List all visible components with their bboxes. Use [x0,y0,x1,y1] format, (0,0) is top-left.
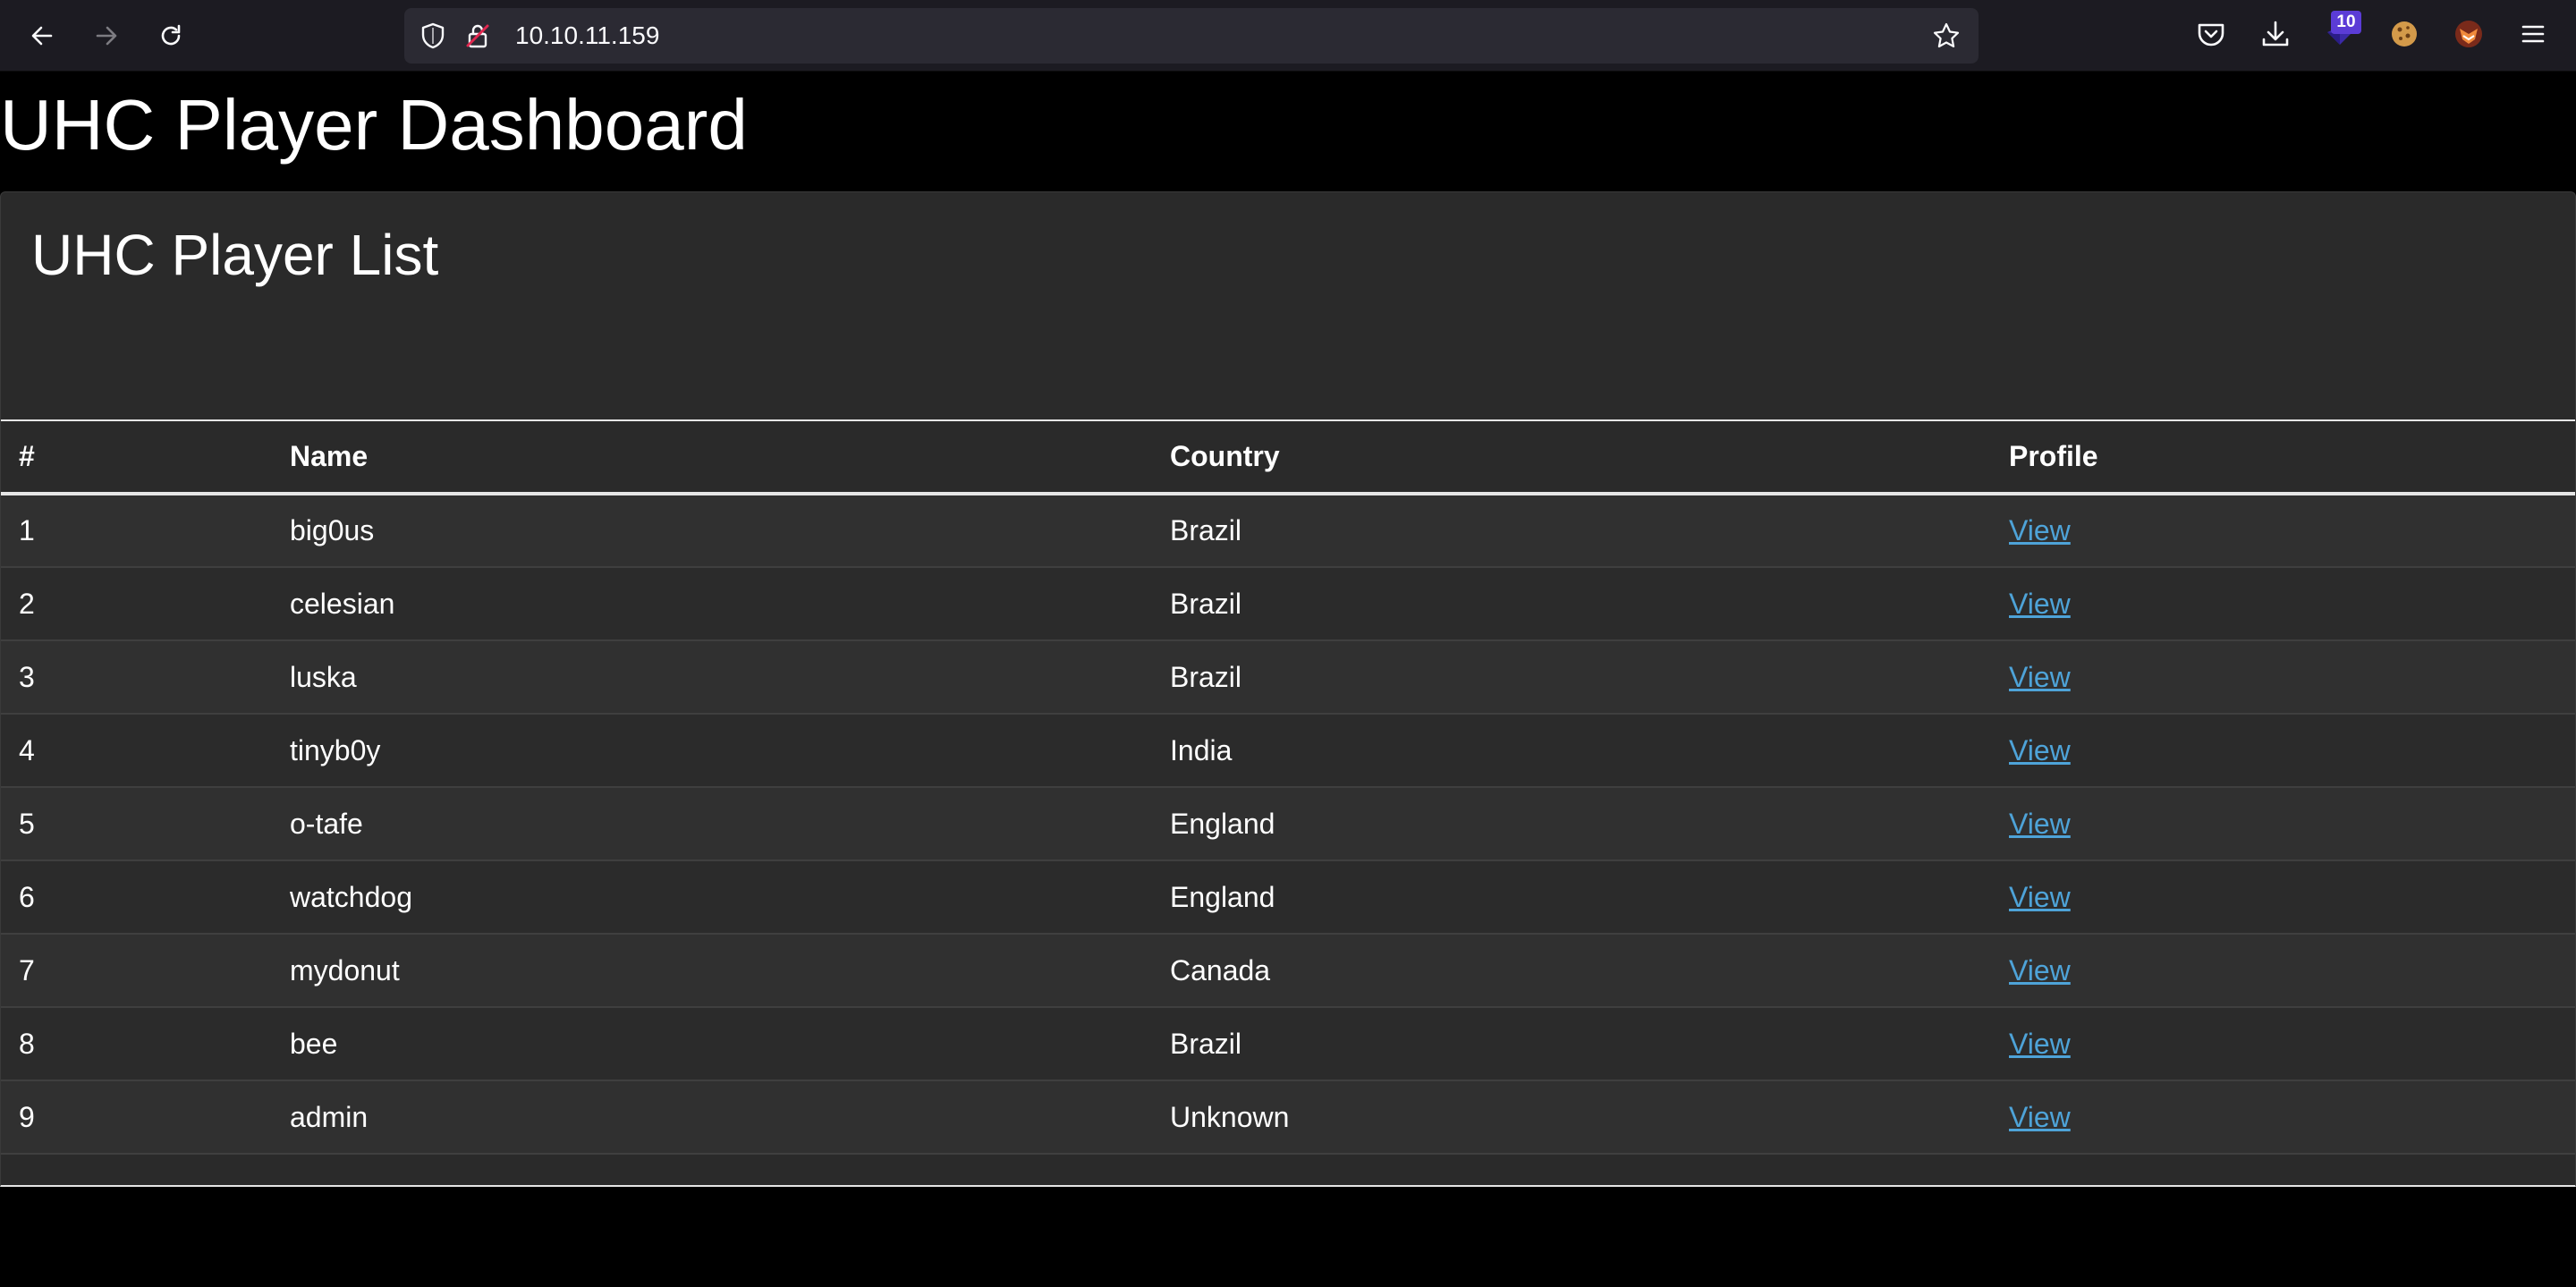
table-row: 9 admin Unknown View [1,1080,2575,1154]
row-number: 3 [19,660,35,693]
arrow-left-icon [31,26,53,46]
view-profile-link[interactable]: View [2009,881,2071,913]
pocket-icon[interactable] [2195,18,2227,50]
player-table: # Name Country Profile 1 big0us Brazil V… [1,419,2575,1155]
table-row: 4 tinyb0y India View [1,714,2575,787]
row-country: England [1170,880,1275,913]
star-icon[interactable] [1932,21,1961,50]
view-profile-link[interactable]: View [2009,1028,2071,1060]
fox-avatar-icon[interactable] [2453,18,2485,50]
table-row: 1 big0us Brazil View [1,494,2575,567]
extension-badge: 10 [2331,11,2361,34]
insecure-lock-icon[interactable] [463,21,492,50]
row-number: 2 [19,587,35,620]
view-profile-link[interactable]: View [2009,954,2071,986]
row-country: Brazil [1170,1027,1242,1060]
table-row: 3 luska Brazil View [1,640,2575,714]
url-text[interactable]: 10.10.11.159 [515,8,659,64]
view-profile-link[interactable]: View [2009,1101,2071,1133]
table-header-row: # Name Country Profile [1,420,2575,494]
view-profile-link[interactable]: View [2009,661,2071,693]
row-number: 7 [19,953,35,986]
page-title: UHC Player Dashboard [0,85,748,165]
row-name: big0us [290,514,375,546]
row-number: 6 [19,880,35,913]
view-profile-link[interactable]: View [2009,514,2071,546]
row-name: luska [290,660,357,693]
row-country: Brazil [1170,587,1242,620]
row-name: admin [290,1100,369,1133]
cookie-icon[interactable] [2388,18,2420,50]
forward-button[interactable] [85,14,128,57]
row-country: Canada [1170,953,1271,986]
hamburger-menu-icon[interactable] [2517,18,2549,50]
card-title: UHC Player List [31,223,439,287]
header-number: # [19,440,35,472]
header-country: Country [1170,440,1280,472]
row-country: India [1170,733,1233,766]
table-row: 2 celesian Brazil View [1,567,2575,640]
row-name: mydonut [290,953,400,986]
row-name: celesian [290,587,395,620]
row-name: bee [290,1027,338,1060]
row-number: 5 [19,807,35,840]
view-profile-link[interactable]: View [2009,588,2071,620]
player-list-card: UHC Player List # Name Country Profile 1… [0,191,2576,1187]
download-icon[interactable] [2259,18,2292,50]
shield-icon[interactable] [419,21,447,50]
reload-icon [161,24,181,46]
row-name: o-tafe [290,807,363,840]
table-row: 6 watchdog England View [1,860,2575,934]
row-number: 4 [19,733,35,766]
browser-toolbar: 10.10.11.159 10 [0,0,2576,72]
back-button[interactable] [21,14,64,57]
row-name: tinyb0y [290,733,381,766]
table-row: 8 bee Brazil View [1,1007,2575,1080]
row-country: England [1170,807,1275,840]
table-row: 5 o-tafe England View [1,787,2575,860]
arrow-right-icon [96,26,117,46]
reload-button[interactable] [149,14,192,57]
view-profile-link[interactable]: View [2009,808,2071,840]
row-name: watchdog [290,880,412,913]
row-number: 8 [19,1027,35,1060]
row-country: Brazil [1170,660,1242,693]
table-row: 7 mydonut Canada View [1,934,2575,1007]
view-profile-link[interactable]: View [2009,734,2071,766]
row-country: Unknown [1170,1100,1290,1133]
header-name: Name [290,440,369,472]
url-bar[interactable]: 10.10.11.159 [404,8,1979,64]
row-number: 9 [19,1100,35,1133]
header-profile: Profile [2009,440,2098,472]
row-number: 1 [19,514,35,546]
row-country: Brazil [1170,514,1242,546]
